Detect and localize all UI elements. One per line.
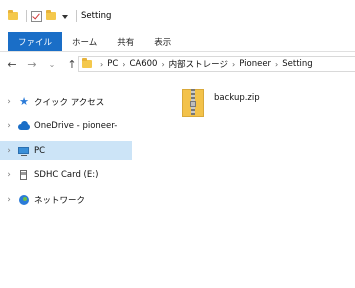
sidebar-item-pc[interactable]: › PC <box>0 141 132 160</box>
sidebar-item-label: ネットワーク <box>34 195 86 206</box>
chevron-down-icon[interactable] <box>62 15 68 19</box>
zip-file-icon <box>182 87 204 117</box>
sidebar-item-label: OneDrive - pioneer- <box>34 120 118 131</box>
chevron-right-icon[interactable]: › <box>2 195 16 205</box>
chevron-right-icon[interactable]: › <box>161 60 164 69</box>
tab-view[interactable]: 表示 <box>144 32 181 51</box>
breadcrumb-pc[interactable]: PC <box>107 59 118 69</box>
pc-icon <box>18 145 30 157</box>
title-bar: Setting <box>0 0 355 32</box>
folder-icon <box>8 10 18 20</box>
folder-icon <box>82 58 92 68</box>
navigation-bar: ← → ⌄ ↑ › PC › CA600 › 内部ストレージ › Pioneer… <box>0 53 355 75</box>
explorer-window: Setting ファイル ホーム 共有 表示 ← → ⌄ ↑ › PC › CA… <box>0 0 355 288</box>
sidebar-item-sd-card[interactable]: › SDHC Card (E:) <box>0 165 132 184</box>
breadcrumb-internal-storage[interactable]: 内部ストレージ <box>169 58 228 70</box>
sd-card-icon <box>18 169 30 181</box>
sidebar-item-quick-access[interactable]: › ★ クイック アクセス <box>0 92 132 111</box>
chevron-right-icon: › <box>100 59 104 69</box>
window-title: Setting <box>81 11 112 21</box>
chevron-right-icon[interactable]: › <box>122 60 125 69</box>
tab-home[interactable]: ホーム <box>62 32 107 51</box>
address-bar[interactable]: › PC › CA600 › 内部ストレージ › Pioneer › Setti… <box>78 56 355 72</box>
chevron-right-icon[interactable]: › <box>275 60 278 69</box>
chevron-right-icon[interactable]: › <box>232 60 235 69</box>
file-item[interactable]: backup.zip <box>182 87 260 117</box>
navigation-pane: › ★ クイック アクセス › OneDrive - pioneer- › PC… <box>0 80 134 288</box>
back-button[interactable]: ← <box>4 56 20 72</box>
forward-button[interactable]: → <box>24 56 40 72</box>
chevron-right-icon[interactable]: › <box>2 97 16 107</box>
up-arrow-icon: ↑ <box>67 57 77 71</box>
cloud-icon <box>18 120 30 132</box>
recent-locations-button[interactable]: ⌄ <box>44 56 60 72</box>
breadcrumb-setting[interactable]: Setting <box>282 59 312 69</box>
chevron-right-icon[interactable]: › <box>2 170 16 180</box>
sidebar-item-label: クイック アクセス <box>34 97 105 108</box>
new-folder-icon[interactable] <box>46 10 56 20</box>
sidebar-item-network[interactable]: › ネットワーク <box>0 190 132 209</box>
divider <box>0 51 355 52</box>
properties-icon[interactable] <box>31 10 42 22</box>
file-name: backup.zip <box>214 93 260 103</box>
divider <box>76 10 77 22</box>
chevron-right-icon[interactable]: › <box>2 121 16 131</box>
back-arrow-icon: ← <box>7 57 17 71</box>
ribbon-tabs: ファイル ホーム 共有 表示 <box>0 32 355 51</box>
breadcrumb-pioneer[interactable]: Pioneer <box>239 59 271 69</box>
tab-file[interactable]: ファイル <box>8 32 63 51</box>
divider <box>26 10 27 22</box>
sidebar-item-label: PC <box>34 145 46 156</box>
sidebar-item-onedrive[interactable]: › OneDrive - pioneer- <box>0 116 132 135</box>
star-icon: ★ <box>19 94 29 108</box>
forward-arrow-icon: → <box>27 57 37 71</box>
network-icon <box>18 194 30 206</box>
tab-share[interactable]: 共有 <box>107 32 144 51</box>
breadcrumb-ca600[interactable]: CA600 <box>129 59 157 69</box>
chevron-right-icon[interactable]: › <box>2 146 16 156</box>
quick-access-toolbar <box>8 10 81 22</box>
sidebar-item-label: SDHC Card (E:) <box>34 169 99 180</box>
chevron-down-icon: ⌄ <box>48 59 56 69</box>
